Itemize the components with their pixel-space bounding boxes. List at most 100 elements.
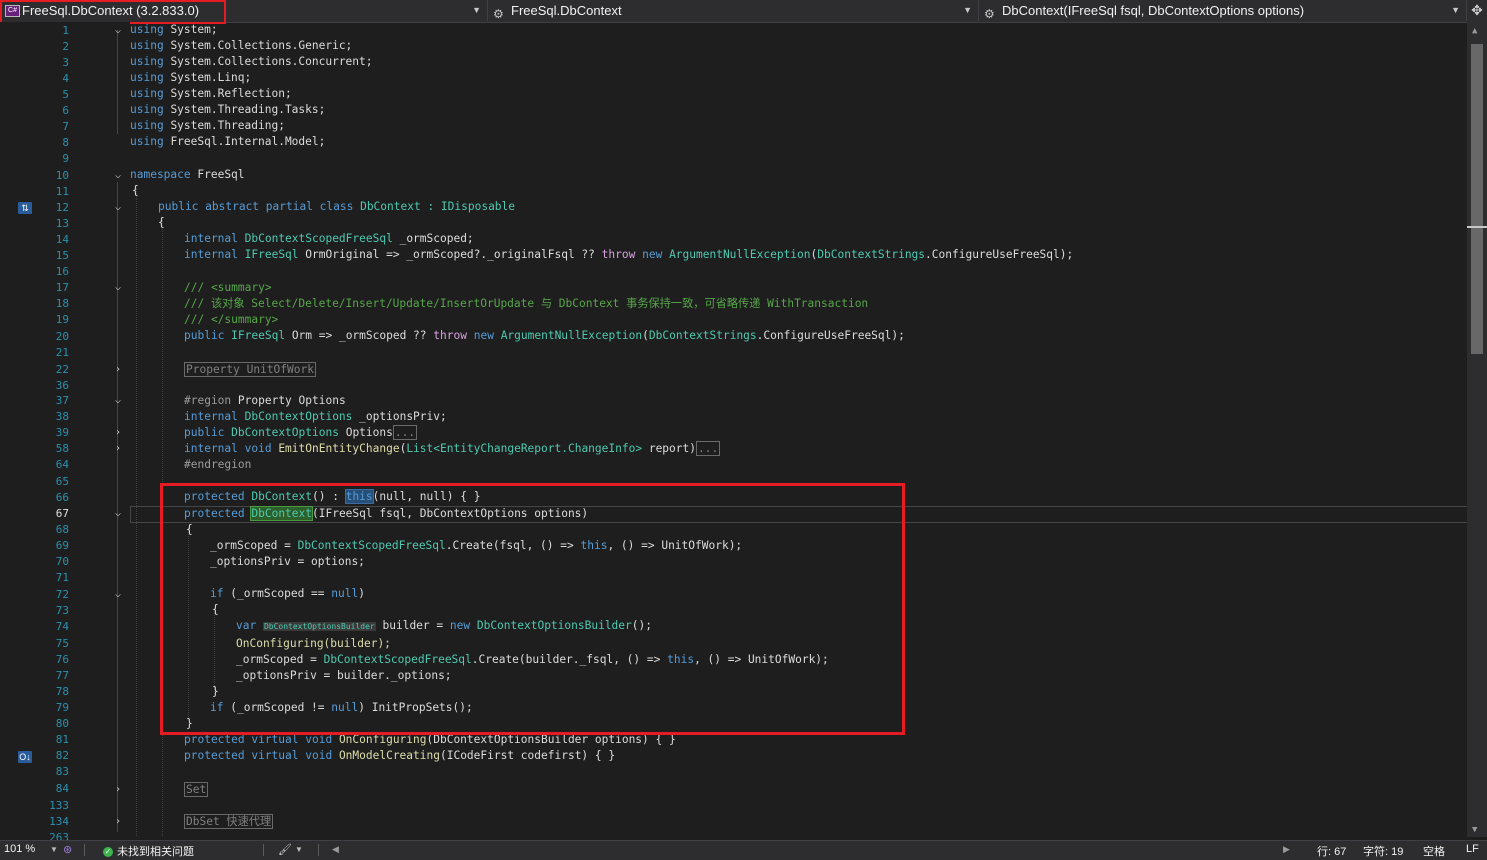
scrollbar-thumb[interactable] [1471,44,1483,354]
code-line-5: using System.Reflection; [130,86,292,102]
code-line-17: /// <summary> [184,280,272,296]
collapsed-region-dbset[interactable]: DbSet 快速代理 [184,814,274,829]
chevron-down-icon[interactable]: ▼ [963,0,972,21]
line-number: 78 [55,685,69,698]
line-number: 13 [55,217,69,230]
char-indicator[interactable]: 字符: 19 [1363,843,1403,859]
line-number: 15 [55,249,69,262]
type-name: DbContextStrings [817,248,926,261]
scroll-up-icon[interactable]: ▲ [1472,26,1477,36]
line-number: 1 [62,24,69,37]
line-number: 20 [55,330,69,343]
split-window-icon[interactable]: ✥ [1467,0,1487,21]
type-name: ArgumentNullException [500,329,643,342]
line-ending-indicator[interactable]: LF [1466,843,1479,855]
issues-indicator[interactable]: ✓ 未找到相关问题 [103,843,194,859]
line-number: 17 [55,281,69,294]
collapse-icon[interactable]: ⌵ [112,393,124,409]
type-name: DbContextOptions [244,410,353,423]
expand-icon[interactable]: › [112,425,124,441]
line-number: 134 [49,815,69,828]
chevron-down-icon[interactable]: ▼ [295,845,303,854]
comment: /// 该对象 Select/Delete/Insert/Update/Inse… [184,297,869,310]
collapse-icon[interactable]: ⌵ [112,200,124,216]
check-circle-icon: ✓ [103,847,113,858]
line-number: 11 [55,185,69,198]
expand-icon[interactable]: › [112,362,124,378]
highlight-box-constructor [160,483,905,735]
member-dropdown[interactable]: ⚙ DbContext(IFreeSql fsql, DbContextOpti… [979,0,1467,21]
collapsed-region-set[interactable]: Set [184,782,209,797]
type-name: DbContextOptions [231,426,339,439]
line-number: 77 [55,669,69,682]
code-line-39: public DbContextOptions Options... [184,425,418,441]
chevron-down-icon[interactable]: ▼ [1451,0,1460,21]
line-number: 80 [55,717,69,730]
collapse-icon[interactable]: ⌵ [112,168,124,184]
code-line-22: Property UnitOfWork [184,362,316,378]
keyword: internal void [184,442,272,455]
collapsed-region-unitofwork[interactable]: Property UnitOfWork [184,362,316,377]
code-line-64: #endregion [184,457,251,473]
line-indicator[interactable]: 行: 67 [1317,843,1346,859]
preprocessor: #endregion [184,458,252,471]
scroll-left-icon[interactable]: ◀ [332,844,339,855]
chevron-down-icon[interactable]: ▼ [472,0,481,21]
brace: { [158,216,165,229]
line-number: 75 [55,637,69,650]
line-number: 70 [55,555,69,568]
expand-icon[interactable]: › [112,782,124,798]
code-text: System.Reflection; [170,87,292,100]
divider [263,844,264,856]
code-text: (ICodeFirst codefirst) { } [439,749,616,762]
collapsed-block[interactable]: ... [392,425,418,440]
code-line-15: internal IFreeSql OrmOriginal => _ormSco… [184,248,1074,261]
class-name: DbContext [360,200,421,213]
line-number: 5 [62,88,69,101]
line-number: 71 [55,571,69,584]
keyword: using [130,71,164,84]
line-number: 69 [55,539,69,552]
property-name: Options [345,426,393,439]
code-line-10: namespace FreeSql [130,167,245,183]
type-name: <EntityChangeReport.ChangeInfo> [433,442,643,455]
keyword: namespace [130,168,191,181]
type-name: IFreeSql [244,248,299,261]
line-number: 14 [55,233,69,246]
code-cleanup-icon[interactable]: 🖌 [278,843,292,856]
chevron-down-icon[interactable]: ▼ [50,845,58,854]
line-number: 39 [55,426,69,439]
line-number-current: 67 [55,507,69,520]
line-number: 79 [55,701,69,714]
line-number: 16 [55,265,69,278]
whitespace-indicator[interactable]: 空格 [1423,843,1445,859]
keyword: public abstract partial class [158,200,354,213]
collapsed-block[interactable]: ... [695,441,721,456]
scroll-right-icon[interactable]: ▶ [1283,844,1290,855]
scroll-down-icon[interactable]: ▼ [1472,825,1477,835]
zoom-level[interactable]: 101 % [4,843,35,855]
code-text: report) [648,442,696,455]
collapse-icon[interactable]: ⌵ [112,587,124,603]
collapse-icon[interactable]: ⌵ [112,506,124,522]
keyword: internal [184,232,238,245]
keyword: using [130,103,164,116]
status-bar: 101 % ▼ ⊛ ✓ 未找到相关问题 🖌 ▼ ◀ ▶ 行: 67 字符: 19 … [0,840,1487,860]
collapse-icon[interactable]: ⌵ [112,23,124,39]
keyword: using [130,39,164,52]
class-dropdown[interactable]: ⚙ FreeSql.DbContext ▼ [488,0,979,21]
expand-icon[interactable]: › [112,814,124,830]
keyword: new [642,248,663,261]
keyword: using [130,135,164,148]
code-text: .ConfigureUseFreeSql); [756,329,905,342]
expand-icon[interactable]: › [112,441,124,457]
scrollbar-caret-marker [1467,226,1487,228]
intellicode-icon[interactable]: ⊛ [63,843,72,856]
code-line-38: internal DbContextOptions _optionsPriv; [184,409,447,425]
vertical-scrollbar[interactable]: ▲ ▼ [1467,22,1487,837]
keyword: using [130,119,164,132]
collapse-icon[interactable]: ⌵ [112,280,124,296]
code-line-2: using System.Collections.Generic; [130,38,352,54]
line-number: 58 [55,442,69,455]
line-number: 6 [62,104,69,117]
